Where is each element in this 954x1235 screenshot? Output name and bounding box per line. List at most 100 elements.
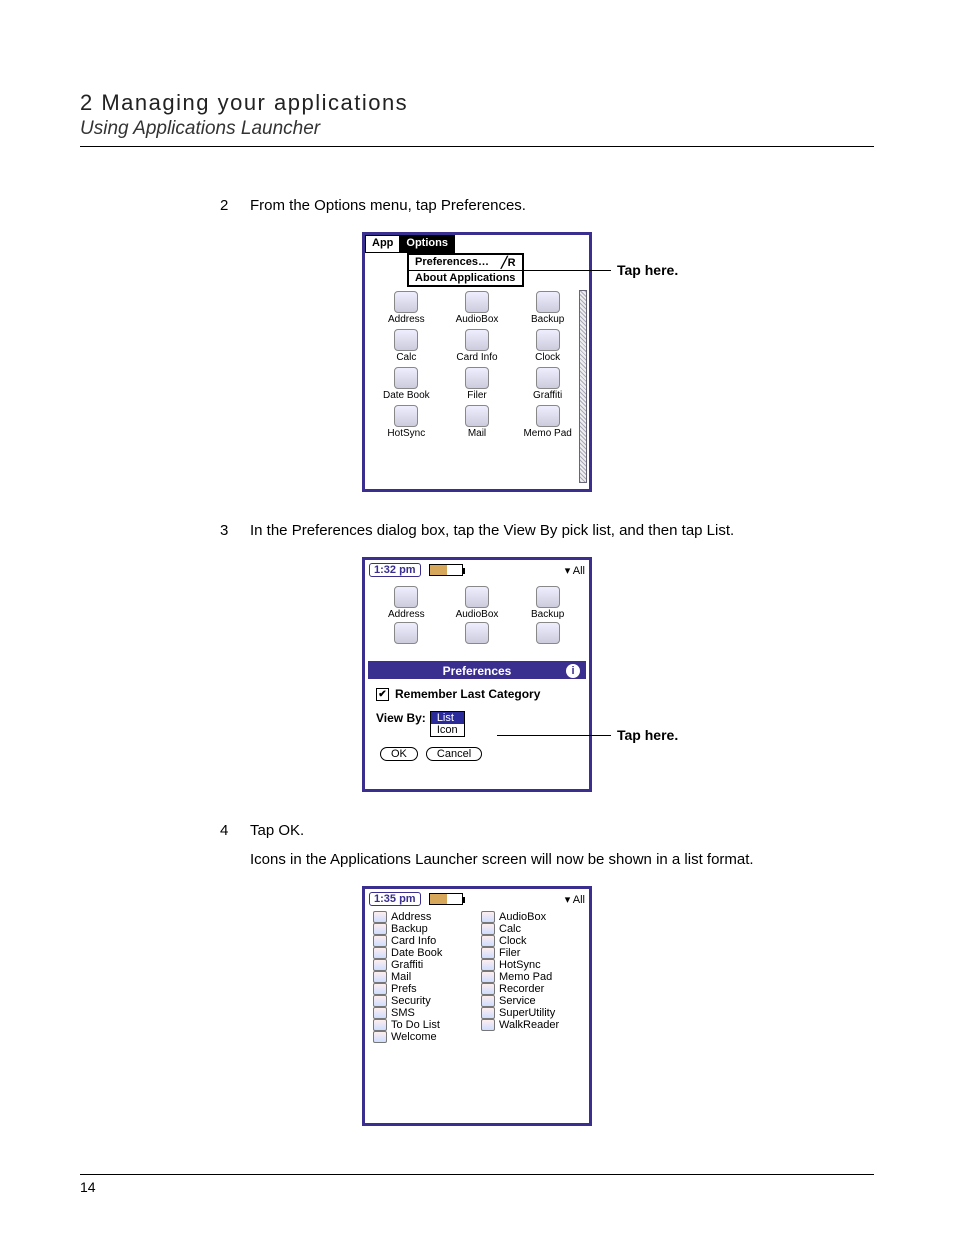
list-item[interactable]: Backup	[373, 923, 473, 935]
list-item[interactable]: Card Info	[373, 935, 473, 947]
prefs-icon	[373, 983, 387, 995]
app-address[interactable]: Address	[371, 291, 442, 325]
list-label: Filer	[499, 947, 520, 959]
list-item[interactable]: Calc	[481, 923, 581, 935]
app-backup[interactable]: Backup	[512, 586, 583, 620]
cardinfo-icon	[465, 329, 489, 351]
list-item[interactable]: AudioBox	[481, 911, 581, 923]
app-hotsync[interactable]: HotSync	[371, 405, 442, 439]
list-item[interactable]: Security	[373, 995, 473, 1007]
menu-item-shortcut: ╱R	[501, 256, 516, 269]
calc-icon	[394, 622, 418, 644]
list-label: SMS	[391, 1007, 415, 1019]
view-by-row: View By: List Icon	[376, 711, 578, 737]
list-item[interactable]: SuperUtility	[481, 1007, 581, 1019]
list-label: Welcome	[391, 1031, 437, 1043]
list-item[interactable]: To Do List	[373, 1019, 473, 1031]
callout-tap-here-2: Tap here.	[617, 727, 678, 743]
chapter-title: 2 Managing your applications	[80, 90, 874, 116]
list-label: Address	[391, 911, 431, 923]
picklist-option-icon[interactable]: Icon	[431, 724, 464, 736]
menu-options[interactable]: Options	[399, 235, 455, 253]
checkbox-checked-icon[interactable]: ✔	[376, 688, 389, 701]
datebook-icon	[394, 367, 418, 389]
app-audiobox[interactable]: AudioBox	[442, 291, 513, 325]
app-label: Filer	[467, 390, 486, 401]
superutility-icon	[481, 1007, 495, 1019]
callout-text: Tap here.	[617, 262, 678, 278]
list-item[interactable]: HotSync	[481, 959, 581, 971]
scrollbar[interactable]	[579, 290, 587, 483]
list-item[interactable]: Graffiti	[373, 959, 473, 971]
cancel-button[interactable]: Cancel	[426, 747, 482, 761]
app-memopad[interactable]: Memo Pad	[512, 405, 583, 439]
time-chip[interactable]: 1:32 pm	[369, 563, 421, 577]
list-item[interactable]: Filer	[481, 947, 581, 959]
callout-tap-here-1: Tap here.	[617, 262, 678, 278]
clock-icon	[536, 329, 560, 351]
list-item[interactable]: Clock	[481, 935, 581, 947]
app-label: Date Book	[383, 390, 430, 401]
step-number: 4	[220, 822, 250, 839]
app-cardinfo[interactable]: Card Info	[442, 329, 513, 363]
list-item[interactable]: Service	[481, 995, 581, 1007]
category-picklist[interactable]: ▾ All	[565, 564, 585, 577]
app-backup[interactable]: Backup	[512, 291, 583, 325]
memopad-icon	[481, 971, 495, 983]
picklist-option-list[interactable]: List	[431, 712, 464, 724]
list-label: Recorder	[499, 983, 544, 995]
apps-grid: Address AudioBox Backup	[365, 580, 589, 649]
callout-text: Tap here.	[617, 727, 678, 743]
app-label: Memo Pad	[523, 428, 571, 439]
menu-app[interactable]: App	[365, 235, 400, 253]
list-item[interactable]: Memo Pad	[481, 971, 581, 983]
view-by-picklist[interactable]: List Icon	[430, 711, 465, 737]
list-item[interactable]: Date Book	[373, 947, 473, 959]
list-item[interactable]: Mail	[373, 971, 473, 983]
app-label: Backup	[531, 314, 564, 325]
backup-icon	[536, 586, 560, 608]
list-item[interactable]: SMS	[373, 1007, 473, 1019]
category-picklist[interactable]: ▾ All	[565, 893, 585, 906]
palm-launcher-options: App Options Preferences… ╱R About Applic…	[362, 232, 592, 492]
app-audiobox[interactable]: AudioBox	[442, 586, 513, 620]
step-text: In the Preferences dialog box, tap the V…	[250, 522, 874, 539]
address-icon	[394, 586, 418, 608]
list-label: WalkReader	[499, 1019, 559, 1031]
step-3: 3 In the Preferences dialog box, tap the…	[220, 522, 874, 539]
ok-button[interactable]: OK	[380, 747, 418, 761]
app-label: HotSync	[387, 428, 425, 439]
app-label: Address	[388, 314, 425, 325]
info-icon[interactable]: i	[566, 664, 580, 678]
address-icon	[373, 911, 387, 923]
list-label: HotSync	[499, 959, 541, 971]
screenshot-3: 1:35 pm ▾ All Address Backup Card Info D…	[80, 886, 874, 1126]
dialog-title-text: Preferences	[443, 664, 512, 678]
battery-icon	[429, 893, 463, 905]
list-item[interactable]: Welcome	[373, 1031, 473, 1043]
app-filer[interactable]: Filer	[442, 367, 513, 401]
list-item[interactable]: WalkReader	[481, 1019, 581, 1031]
remember-last-category-row[interactable]: ✔ Remember Last Category	[376, 687, 578, 701]
app-label: Backup	[531, 609, 564, 620]
filer-icon	[481, 947, 495, 959]
list-label: Prefs	[391, 983, 417, 995]
app-address[interactable]: Address	[371, 586, 442, 620]
app-clock[interactable]: Clock	[512, 329, 583, 363]
step-4: 4 Tap OK.	[220, 822, 874, 839]
app-datebook[interactable]: Date Book	[371, 367, 442, 401]
audiobox-icon	[465, 291, 489, 313]
step-text: From the Options menu, tap Preferences.	[250, 197, 874, 214]
list-item[interactable]: Address	[373, 911, 473, 923]
app-graffiti[interactable]: Graffiti	[512, 367, 583, 401]
time-chip[interactable]: 1:35 pm	[369, 892, 421, 906]
app-calc[interactable]: Calc	[371, 329, 442, 363]
menu-item-about[interactable]: About Applications	[409, 271, 522, 285]
list-item[interactable]: Recorder	[481, 983, 581, 995]
dialog-title: Preferences i	[368, 663, 586, 679]
list-item[interactable]: Prefs	[373, 983, 473, 995]
menu-item-preferences[interactable]: Preferences… ╱R	[409, 255, 522, 271]
app-mail[interactable]: Mail	[442, 405, 513, 439]
list-label: To Do List	[391, 1019, 440, 1031]
hotsync-icon	[481, 959, 495, 971]
